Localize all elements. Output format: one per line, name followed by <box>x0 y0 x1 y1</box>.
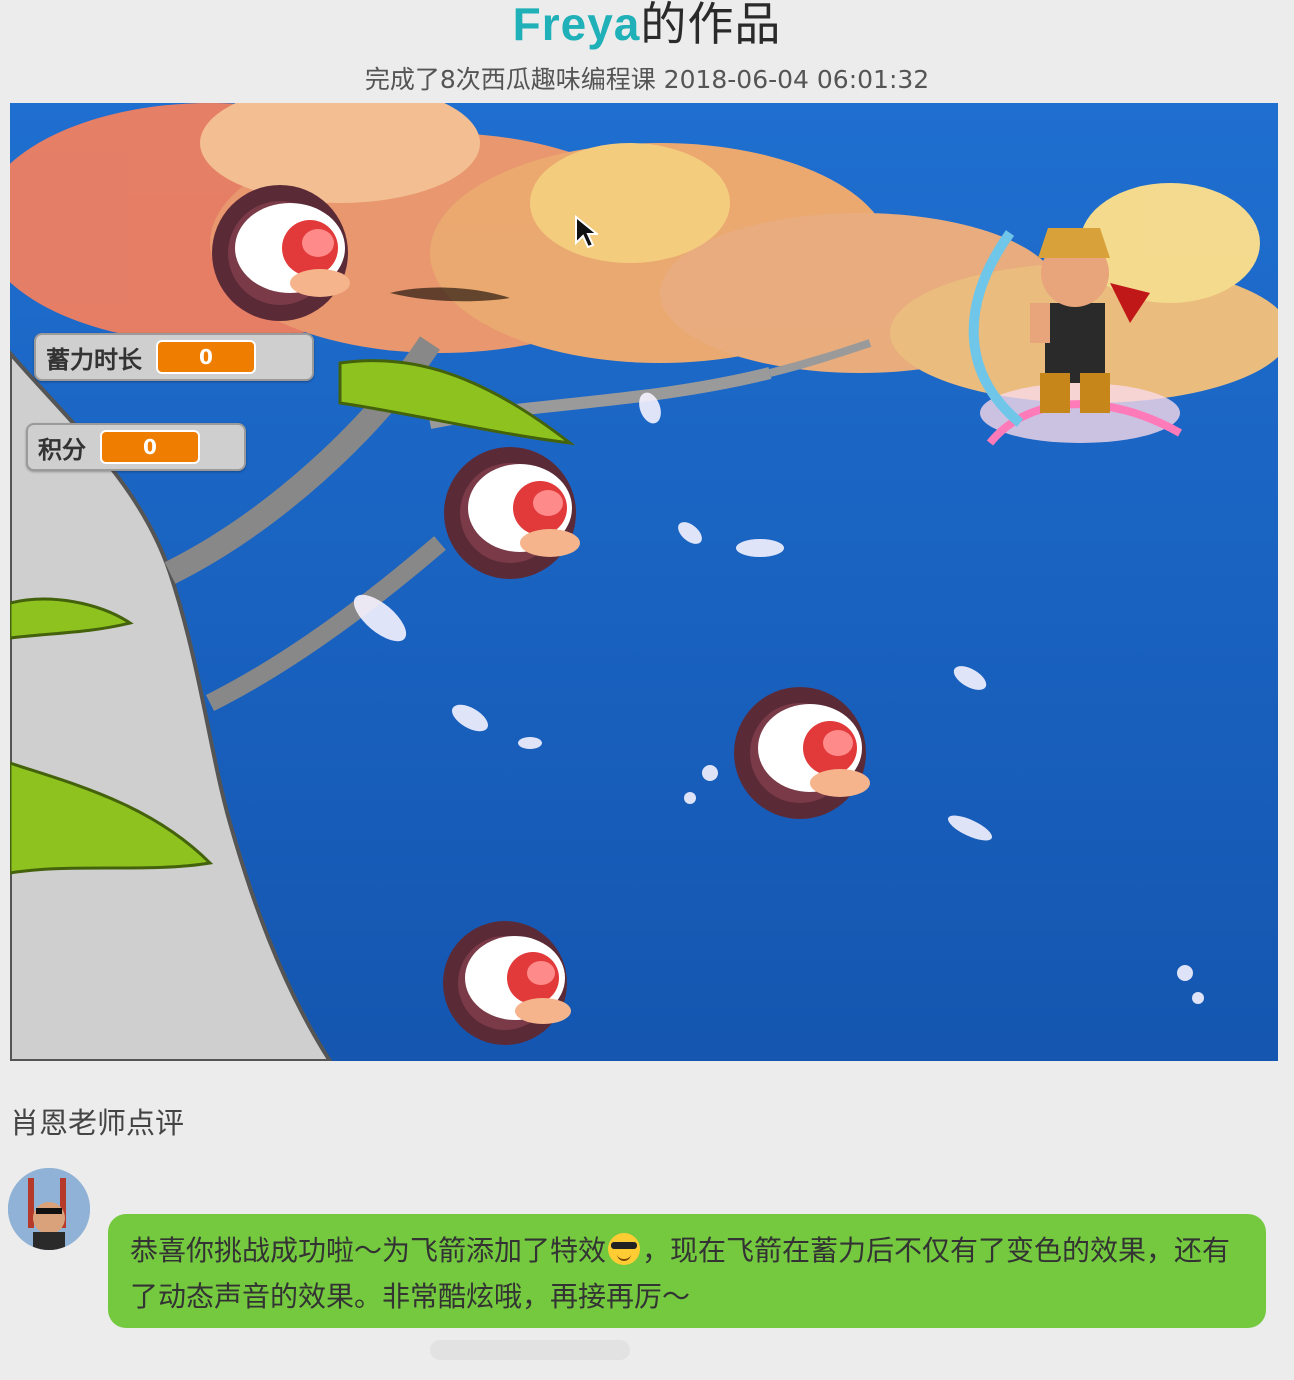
game-scene <box>10 103 1278 1061</box>
smiling-face-with-sunglasses-icon <box>608 1233 641 1265</box>
score-value: 0 <box>100 430 200 464</box>
charge-time-monitor[interactable]: 蓄力时长 0 <box>34 333 314 381</box>
score-label: 积分 <box>38 435 86 464</box>
score-monitor[interactable]: 积分 0 <box>26 423 246 471</box>
charge-time-value: 0 <box>156 340 256 374</box>
charge-time-label: 蓄力时长 <box>46 345 142 374</box>
page-title: Freya的作品 <box>0 0 1294 54</box>
review-title: 肖恩老师点评 <box>10 1106 185 1140</box>
teacher-avatar[interactable] <box>8 1168 90 1250</box>
title-suffix: 的作品 <box>640 0 782 51</box>
author-name[interactable]: Freya <box>513 0 641 50</box>
game-stage[interactable]: 蓄力时长 0 积分 0 <box>10 103 1278 1061</box>
footer-divider <box>430 1340 630 1360</box>
review-comment-text-1: 恭喜你挑战成功啦～为飞箭添加了特效 <box>130 1234 607 1267</box>
review-comment-bubble: 恭喜你挑战成功啦～为飞箭添加了特效 ，现在飞箭在蓄力后不仅有了变色的效果，还有了动… <box>108 1214 1266 1328</box>
work-header: Freya的作品 完成了8次西瓜趣味编程课 2018-06-04 06:01:3… <box>0 0 1294 100</box>
mouse-cursor-icon <box>575 215 598 249</box>
work-subtitle: 完成了8次西瓜趣味编程课 2018-06-04 06:01:32 <box>364 65 930 94</box>
